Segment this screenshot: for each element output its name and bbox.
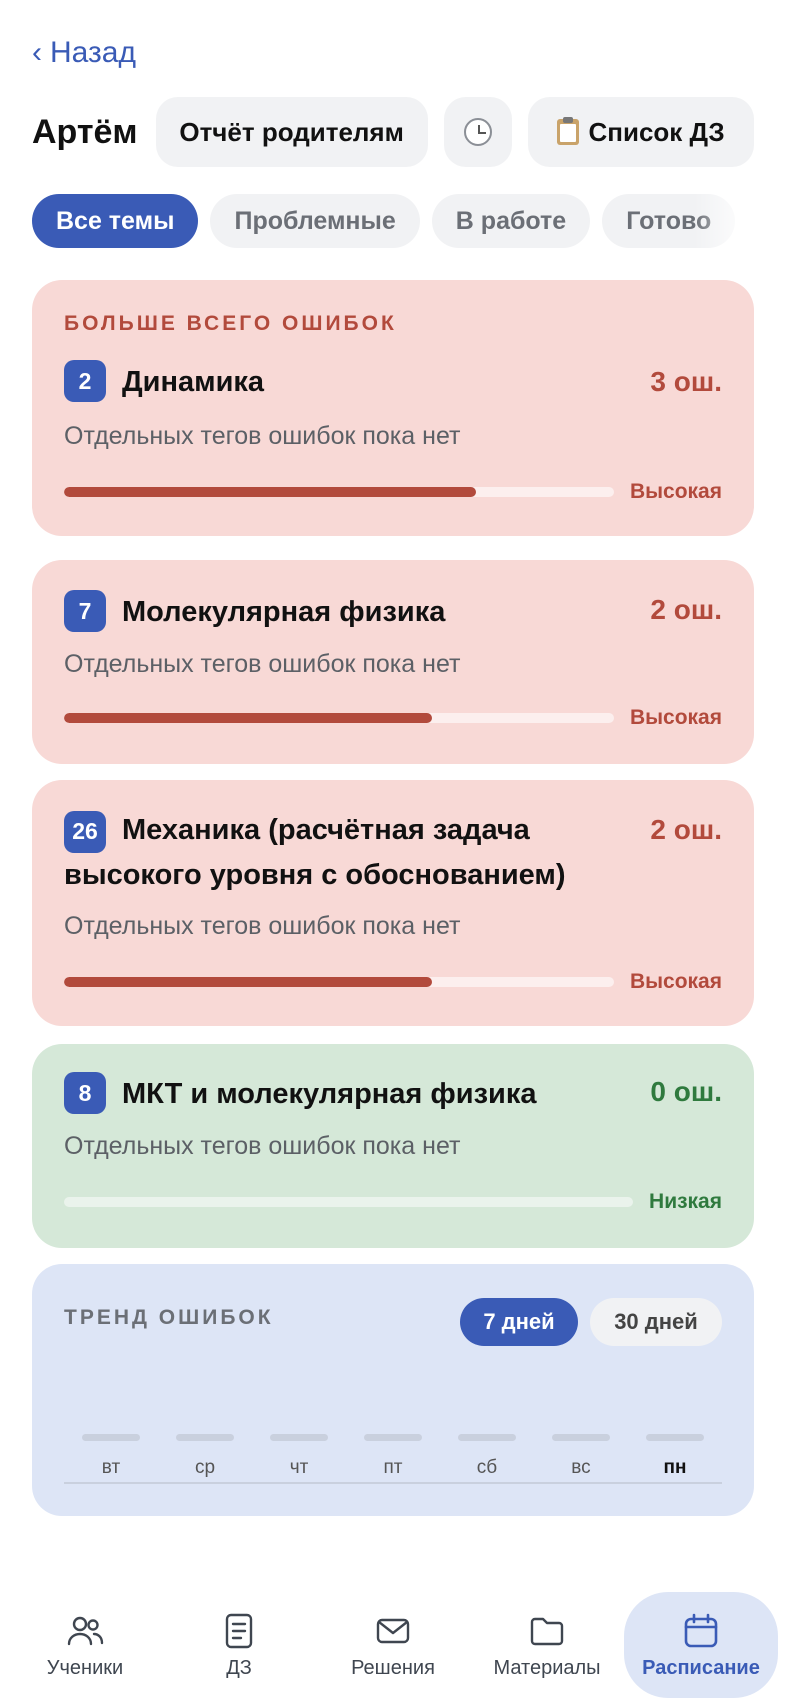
day-label: чт (289, 1457, 309, 1478)
priority-row: Высокая (64, 706, 722, 730)
trend-bar (458, 1434, 516, 1441)
period-7-days-button[interactable]: 7 дней (460, 1298, 578, 1346)
trend-days: вт ср чт пт сб вс пн (64, 1434, 722, 1484)
topic-header: 26 Механика (расчётная задача высокого ур… (64, 808, 644, 897)
topic-title: Динамика (122, 366, 265, 398)
trend-day: вт (64, 1434, 158, 1482)
filter-all-topics[interactable]: Все темы (32, 194, 199, 248)
topic-title-line-2: высокого уровня с обоснованием) (64, 858, 566, 891)
topic-header: 8 МКТ и молекулярная физика (64, 1072, 722, 1116)
trend-day: сб (440, 1434, 534, 1482)
tab-label: Расписание (642, 1656, 760, 1679)
topic-note: Отдельных тегов ошибок пока нет (64, 1132, 461, 1160)
error-count: 3 ош. (650, 366, 722, 397)
bottom-tab-bar: Ученики ДЗ Решения Материалы Расписание (0, 1586, 786, 1704)
trend-day: пт (346, 1434, 440, 1482)
homework-list-label: Список ДЗ (588, 116, 725, 147)
topic-title: МКТ и молекулярная физика (122, 1078, 537, 1110)
homework-icon (225, 1613, 253, 1648)
tab-label: Материалы (493, 1656, 601, 1679)
priority-label: Низкая (649, 1190, 722, 1213)
error-count: 0 ош. (650, 1076, 722, 1107)
tab-solutions[interactable]: Решения (316, 1586, 470, 1704)
folder-icon (530, 1617, 564, 1645)
priority-bar-fill (64, 487, 477, 497)
filter-problem[interactable]: Проблемные (210, 194, 420, 248)
trend-day: ср (158, 1434, 252, 1482)
topic-card[interactable]: 8 МКТ и молекулярная физика 0 ош. Отдель… (32, 1044, 754, 1248)
topic-card[interactable]: 7 Молекулярная физика 2 ош. Отдельных те… (32, 560, 754, 764)
topic-filters: Все темы Проблемные В работе Готово (32, 194, 754, 248)
topic-number-badge: 7 (64, 590, 106, 632)
chevron-left-icon: ‹ (32, 36, 42, 69)
student-name: Артём (32, 112, 138, 151)
error-count: 2 ош. (650, 814, 722, 845)
day-label: вс (571, 1457, 591, 1478)
topic-title-line-1: Механика (расчётная задача (122, 814, 530, 846)
priority-bar (64, 713, 614, 723)
day-label: ср (194, 1457, 216, 1478)
period-30-days-button[interactable]: 30 дней (590, 1298, 722, 1346)
topic-card[interactable]: 26 Механика (расчётная задача высокого ур… (32, 780, 754, 1026)
priority-bar (64, 1197, 634, 1207)
priority-bar-fill (64, 977, 433, 987)
topic-note: Отдельных тегов ошибок пока нет (64, 912, 461, 940)
topic-note: Отдельных тегов ошибок пока нет (64, 650, 461, 678)
tab-schedule[interactable]: Расписание (624, 1592, 778, 1698)
homework-list-button[interactable]: Список ДЗ (527, 97, 754, 167)
day-label: вт (101, 1457, 121, 1478)
trend-day: пн (628, 1434, 722, 1482)
tab-materials[interactable]: Материалы (470, 1586, 624, 1704)
priority-row: Высокая (64, 970, 722, 994)
trend-bar (270, 1434, 328, 1441)
back-link[interactable]: ‹ Назад (32, 36, 136, 70)
back-label: Назад (50, 36, 136, 69)
trend-bar (552, 1434, 610, 1441)
trend-bar (176, 1434, 234, 1441)
topic-header: 2 Динамика (64, 360, 722, 404)
priority-label: Высокая (629, 970, 722, 993)
students-icon (67, 1616, 104, 1645)
topic-number-badge: 26 (64, 810, 106, 853)
priority-row: Высокая (64, 480, 722, 504)
day-label: пт (383, 1457, 403, 1478)
filter-in-progress[interactable]: В работе (431, 194, 591, 248)
calendar-icon (684, 1613, 718, 1647)
trend-day: чт (252, 1434, 346, 1482)
clock-icon (463, 118, 492, 146)
topic-note: Отдельных тегов ошибок пока нет (64, 422, 461, 450)
trend-title: ТРЕНД ОШИБОК (64, 1306, 274, 1329)
day-label: сб (476, 1457, 498, 1478)
trend-day: вс (534, 1434, 628, 1482)
history-button[interactable] (443, 97, 512, 167)
error-count: 2 ош. (650, 594, 722, 625)
topic-number-badge: 8 (64, 1072, 106, 1114)
priority-label: Высокая (629, 480, 722, 503)
parent-report-button[interactable]: Отчёт родителям (155, 97, 428, 167)
priority-bar (64, 487, 614, 497)
topic-number-badge: 2 (64, 360, 106, 402)
tab-students[interactable]: Ученики (8, 1586, 162, 1704)
priority-bar-fill (64, 713, 433, 723)
priority-row: Низкая (64, 1190, 722, 1214)
mail-icon (376, 1618, 410, 1643)
section-caption: БОЛЬШЕ ВСЕГО ОШИБОК (64, 312, 397, 335)
tab-homework[interactable]: ДЗ (162, 1586, 316, 1704)
trend-bar (364, 1434, 422, 1441)
priority-bar (64, 977, 614, 987)
filter-done[interactable]: Готово (602, 194, 736, 248)
student-header: Артём Отчёт родителям Список ДЗ (32, 96, 754, 168)
trend-bar (82, 1434, 140, 1441)
tab-label: Решения (351, 1656, 435, 1679)
priority-label: Высокая (629, 706, 722, 729)
day-label-today: пн (663, 1457, 687, 1478)
topic-header: 7 Молекулярная физика (64, 590, 722, 634)
clipboard-icon (556, 117, 579, 145)
topic-card[interactable]: БОЛЬШЕ ВСЕГО ОШИБОК 2 Динамика 3 ош. Отд… (32, 280, 754, 536)
tab-label: ДЗ (226, 1656, 252, 1679)
trend-bar (646, 1434, 704, 1441)
tab-label: Ученики (46, 1656, 124, 1679)
topic-title: Молекулярная физика (122, 596, 446, 628)
error-trend-card: ТРЕНД ОШИБОК 7 дней 30 дней вт ср чт пт … (32, 1264, 754, 1516)
